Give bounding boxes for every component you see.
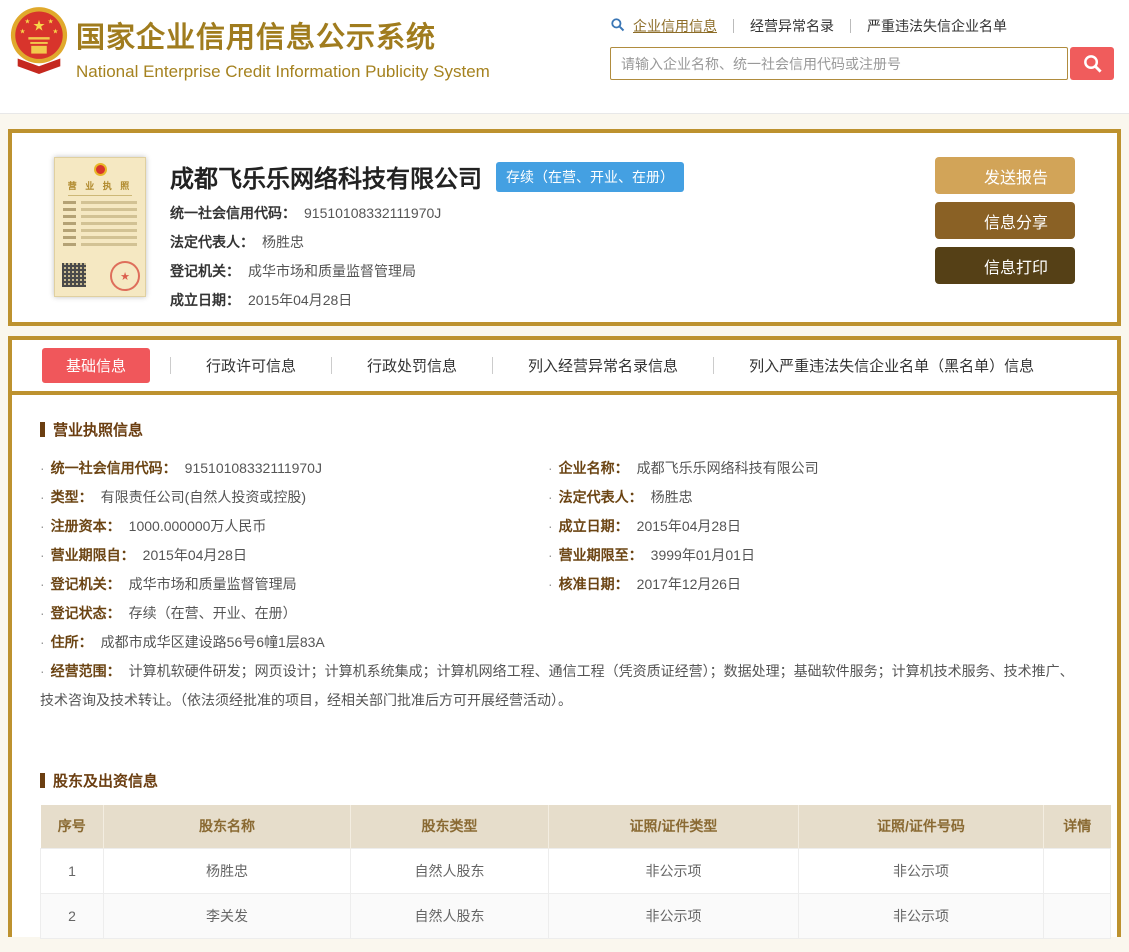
license-field-row: · 注册资本： 1000.000000万人民币 bbox=[40, 518, 267, 534]
nav-separator bbox=[850, 19, 851, 33]
site-title: 国家企业信用信息公示系统 bbox=[76, 22, 437, 54]
section-marker bbox=[40, 422, 45, 437]
column-header: 股东名称 bbox=[103, 805, 351, 848]
cell-certificate-type: 非公示项 bbox=[548, 892, 799, 939]
field-value: 91510108332111970J bbox=[304, 205, 442, 221]
field-label: 统一社会信用代码： bbox=[170, 205, 296, 221]
business-scope: · 经营范围： 计算机软硬件研发；网页设计；计算机系统集成；计算机网络工程、通信工程… bbox=[40, 663, 1074, 708]
license-title: 营 业 执 照 bbox=[67, 181, 133, 191]
license-field-row: · 登记状态： 存续（在营、开业、在册） bbox=[40, 605, 297, 621]
license-field-row: · 法定代表人： 杨胜忠 bbox=[548, 489, 693, 505]
tab-administrative-license[interactable]: 行政许可信息 bbox=[171, 355, 331, 376]
field-value: 杨胜忠 bbox=[262, 234, 304, 250]
column-header: 股东类型 bbox=[350, 805, 549, 848]
search-input[interactable] bbox=[610, 47, 1068, 80]
table-header-row: 序号 股东名称 股东类型 证照/证件类型 证照/证件号码 详情 bbox=[40, 805, 1111, 848]
license-field-row: · 营业期限自： 2015年04月28日 bbox=[40, 547, 247, 563]
section-heading-license-info: 营业执照信息 bbox=[40, 419, 1089, 440]
svg-text:★: ★ bbox=[48, 19, 54, 26]
svg-text:★: ★ bbox=[24, 19, 30, 26]
column-header: 序号 bbox=[40, 805, 104, 848]
tab-administrative-penalty[interactable]: 行政处罚信息 bbox=[332, 355, 492, 376]
table-row: 1 杨胜忠 自然人股东 非公示项 非公示项 bbox=[40, 847, 1111, 894]
tab-abnormal-operations[interactable]: 列入经营异常名录信息 bbox=[493, 355, 713, 376]
cell-index: 2 bbox=[40, 892, 104, 939]
field-label: 登记机关： bbox=[170, 263, 240, 279]
tab-bar: 基础信息 行政许可信息 行政处罚信息 列入经营异常名录信息 列入严重违法失信企业… bbox=[12, 340, 1117, 395]
tab-basic-info[interactable]: 基础信息 bbox=[42, 348, 151, 383]
license-field-row: · 营业期限至： 3999年01月01日 bbox=[548, 547, 755, 563]
header-nav: 企业信用信息 经营异常名录 严重违法失信企业名单 bbox=[610, 16, 1115, 36]
svg-text:★: ★ bbox=[52, 28, 58, 35]
shareholders-table: 序号 股东名称 股东类型 证照/证件类型 证照/证件号码 详情 1 杨胜忠 自然… bbox=[40, 805, 1111, 939]
info-share-button[interactable]: 信息分享 bbox=[935, 202, 1075, 239]
search-button[interactable] bbox=[1070, 47, 1114, 80]
license-qr-code bbox=[62, 263, 86, 287]
cell-certificate-number: 非公示项 bbox=[798, 847, 1044, 894]
svg-text:★: ★ bbox=[19, 28, 25, 35]
table-row: 2 李关发 自然人股东 非公示项 非公示项 bbox=[40, 892, 1111, 939]
license-field-row: · 核准日期： 2017年12月26日 bbox=[548, 576, 741, 592]
company-summary-card: 营 业 执 照 ★ 成都飞乐乐网络科技有限公司 存续（在营、开业、在册） 统一社… bbox=[8, 129, 1121, 326]
cell-detail bbox=[1043, 892, 1111, 939]
info-print-button[interactable]: 信息打印 bbox=[935, 247, 1075, 284]
cell-certificate-type: 非公示项 bbox=[548, 847, 799, 894]
section-heading-shareholders: 股东及出资信息 bbox=[40, 770, 1089, 791]
business-license-image: 营 业 执 照 ★ bbox=[54, 157, 146, 297]
license-field-row: · 住所： 成都市成华区建设路56号6幢1层83A bbox=[40, 634, 325, 650]
nav-link-serious-violations-list[interactable]: 严重违法失信企业名单 bbox=[867, 16, 1007, 36]
detail-card: 基础信息 行政许可信息 行政处罚信息 列入经营异常名录信息 列入严重违法失信企业… bbox=[8, 336, 1121, 939]
cell-shareholder-name: 杨胜忠 bbox=[103, 847, 351, 894]
nav-link-abnormal-operations-list[interactable]: 经营异常名录 bbox=[750, 16, 834, 36]
cell-shareholder-type: 自然人股东 bbox=[350, 892, 549, 939]
send-report-button[interactable]: 发送报告 bbox=[935, 157, 1075, 194]
tab-blacklist[interactable]: 列入严重违法失信企业名单（黑名单）信息 bbox=[714, 355, 1044, 376]
column-header: 证照/证件类型 bbox=[548, 805, 799, 848]
cell-detail bbox=[1043, 847, 1111, 894]
company-name: 成都飞乐乐网络科技有限公司 bbox=[170, 166, 482, 193]
license-field-row: · 企业名称： 成都飞乐乐网络科技有限公司 bbox=[548, 460, 819, 476]
license-emblem-icon bbox=[93, 163, 107, 176]
cell-certificate-number: 非公示项 bbox=[798, 892, 1044, 939]
nav-link-enterprise-credit-info[interactable]: 企业信用信息 bbox=[633, 16, 717, 36]
national-emblem-logo: ★ ★ ★ ★ ★ bbox=[8, 6, 70, 76]
section-marker bbox=[40, 773, 45, 788]
field-label: 法定代表人： bbox=[170, 234, 254, 250]
cell-index: 1 bbox=[40, 847, 104, 894]
svg-text:★: ★ bbox=[32, 18, 45, 34]
search-icon bbox=[610, 17, 625, 35]
search-icon bbox=[1083, 55, 1102, 73]
status-badge: 存续（在营、开业、在册） bbox=[496, 161, 684, 192]
field-value: 2015年04月28日 bbox=[248, 292, 353, 308]
field-label: 成立日期： bbox=[170, 292, 240, 308]
site-subtitle: National Enterprise Credit Information P… bbox=[76, 62, 490, 81]
license-field-row: · 统一社会信用代码： 91510108332111970J bbox=[40, 460, 322, 476]
column-header: 证照/证件号码 bbox=[798, 805, 1044, 848]
field-value: 成华市场和质量监督管理局 bbox=[248, 263, 416, 279]
license-field-row: · 登记机关： 成华市场和质量监督管理局 bbox=[40, 576, 297, 592]
column-header: 详情 bbox=[1043, 805, 1111, 848]
cell-shareholder-type: 自然人股东 bbox=[350, 847, 549, 894]
nav-separator bbox=[733, 19, 734, 33]
license-field-row: · 成立日期： 2015年04月28日 bbox=[548, 518, 741, 534]
license-field-row: · 类型： 有限责任公司(自然人投资或控股) bbox=[40, 489, 306, 505]
cell-shareholder-name: 李关发 bbox=[103, 892, 351, 939]
site-header: ★ ★ ★ ★ ★ 国家企业信用信息公示系统 National Enterpri… bbox=[0, 0, 1129, 114]
license-red-seal: ★ bbox=[110, 261, 140, 291]
